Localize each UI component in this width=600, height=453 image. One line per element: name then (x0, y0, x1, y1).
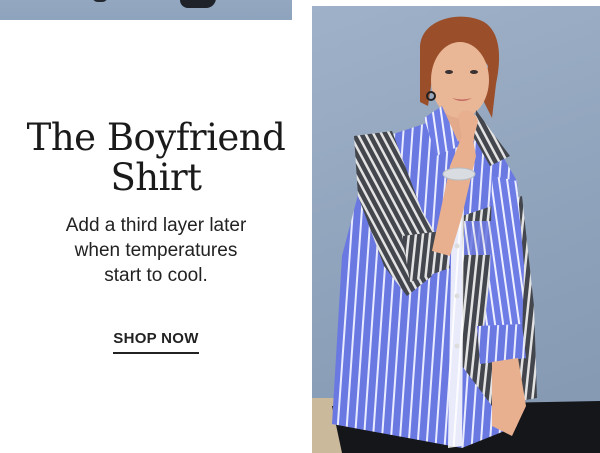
subcopy-line: Add a third layer later (65, 215, 247, 236)
shop-now-link[interactable]: SHOP NOW (113, 330, 199, 354)
headline: The Boyfriend Shirt (0, 118, 312, 198)
subcopy-line: when temperatures (74, 240, 238, 261)
promo-copy: The Boyfriend Shirt Add a third layer la… (0, 118, 312, 354)
top-photo-crop (0, 0, 292, 20)
headline-line: Shirt (110, 156, 202, 199)
model-photo[interactable] (312, 6, 600, 453)
subcopy-line: start to cool. (104, 265, 208, 286)
shoe-image (180, 0, 216, 8)
headline-line: The Boyfriend (26, 116, 286, 159)
subcopy: Add a third layer later when temperature… (31, 213, 281, 288)
shoe-image (92, 0, 108, 2)
model-illustration (312, 16, 600, 453)
